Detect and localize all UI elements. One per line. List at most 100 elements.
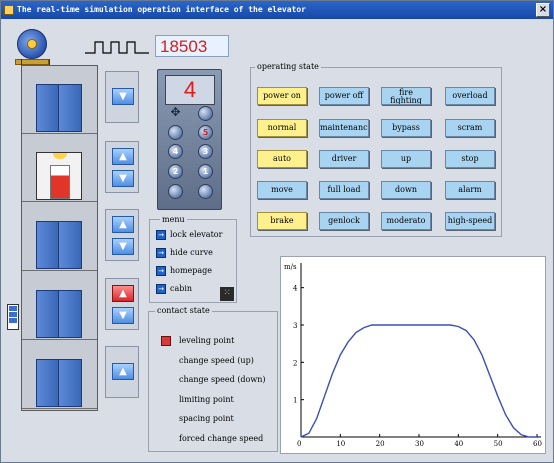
arrow-icon: → bbox=[156, 284, 166, 294]
floor-3-landing bbox=[22, 203, 97, 271]
car-operating-panel: 4 ✥ 5 4 3 2 1 bbox=[157, 69, 222, 210]
x-tick-label: 50 bbox=[494, 440, 503, 448]
menu-item-cabin[interactable]: → cabin bbox=[156, 283, 192, 297]
call-down-button[interactable]: ▼ bbox=[112, 170, 134, 187]
floor-5-button[interactable]: 5 bbox=[198, 125, 213, 140]
state-brake-button[interactable]: brake bbox=[257, 212, 307, 230]
state-full-load-button[interactable]: full load bbox=[319, 181, 369, 199]
car-function-button[interactable] bbox=[198, 106, 213, 121]
call-up-button[interactable]: ▲ bbox=[112, 148, 134, 165]
y-tick-label: 2 bbox=[293, 359, 297, 367]
contact-forced-change-speed: forced change speed bbox=[179, 433, 264, 443]
state-stop-button[interactable]: stop bbox=[445, 150, 495, 168]
elevator-cabin bbox=[36, 152, 82, 200]
y-axis-label: m/s bbox=[284, 263, 297, 271]
x-tick-label: 60 bbox=[533, 440, 542, 448]
contact-leveling-point: leveling point bbox=[179, 336, 235, 345]
floor-1-button[interactable]: 1 bbox=[198, 164, 213, 179]
floor-4-button[interactable]: 4 bbox=[168, 144, 183, 159]
car-function-button[interactable] bbox=[168, 125, 183, 140]
x-tick-label: 30 bbox=[415, 440, 424, 448]
call-up-button[interactable]: ▲ bbox=[112, 216, 134, 233]
car-function-button[interactable] bbox=[168, 184, 183, 199]
call-panel-floor-2: ▲ ▼ bbox=[105, 278, 139, 330]
elevator-shaft bbox=[21, 65, 98, 411]
call-up-button[interactable]: ▲ bbox=[112, 285, 134, 302]
pulse-signal-icon bbox=[85, 41, 149, 54]
contact-change-speed-down: change speed (down) bbox=[179, 375, 266, 384]
arrow-icon: → bbox=[156, 248, 166, 258]
call-down-button[interactable]: ▼ bbox=[112, 88, 134, 105]
app-window: The real-time simulation operation inter… bbox=[0, 0, 554, 463]
state-high-speed-button[interactable]: high-speed bbox=[445, 212, 495, 230]
state-power-on-button[interactable]: power on bbox=[257, 87, 307, 105]
call-up-button[interactable]: ▲ bbox=[112, 363, 134, 380]
passenger-icon bbox=[50, 165, 70, 199]
operating-state-title: operating state bbox=[255, 62, 321, 71]
arrow-icon: → bbox=[156, 266, 166, 276]
floor-2-landing bbox=[22, 272, 97, 340]
call-panel-floor-1: ▲ bbox=[105, 346, 139, 398]
state-maintenance-button[interactable]: maintenance bbox=[319, 119, 369, 137]
landing-door bbox=[36, 359, 82, 407]
contact-spacing-point: spacing point bbox=[179, 414, 234, 423]
landing-door bbox=[36, 221, 82, 269]
x-tick-label: 0 bbox=[297, 440, 301, 448]
call-down-button[interactable]: ▼ bbox=[112, 238, 134, 255]
x-tick-label: 20 bbox=[376, 440, 385, 448]
state-power-off-button[interactable]: power off bbox=[319, 87, 369, 105]
pulse-counter: 18503 bbox=[155, 35, 229, 57]
floor-1-landing bbox=[22, 341, 97, 409]
state-normal-button[interactable]: normal bbox=[257, 119, 307, 137]
call-panel-floor-4: ▲ ▼ bbox=[105, 141, 139, 193]
menu-title: menu bbox=[160, 215, 187, 224]
menu-item-homepage[interactable]: → homepage bbox=[156, 265, 212, 279]
crosshair-icon[interactable]: ✥ bbox=[168, 106, 183, 121]
state-up-button[interactable]: up bbox=[381, 150, 431, 168]
y-tick-label: 4 bbox=[293, 285, 298, 293]
call-panel-floor-5: ▼ bbox=[105, 71, 139, 123]
state-scram-button[interactable]: scram bbox=[445, 119, 495, 137]
operating-state-panel: operating state power on power off fire fi… bbox=[250, 62, 502, 237]
car-function-button[interactable] bbox=[198, 184, 213, 199]
floor-4-landing bbox=[22, 134, 97, 202]
call-panel-floor-3: ▲ ▼ bbox=[105, 209, 139, 261]
floor-2-button[interactable]: 2 bbox=[168, 164, 183, 179]
menu-item-hide-curve[interactable]: → hide curve bbox=[156, 247, 213, 261]
contact-state-panel: contact state leveling point change speed… bbox=[148, 306, 278, 452]
state-overload-button[interactable]: overload bbox=[445, 87, 495, 105]
app-icon bbox=[4, 5, 14, 15]
state-move-button[interactable]: move bbox=[257, 181, 307, 199]
state-genlock-button[interactable]: genlock bbox=[319, 212, 369, 230]
menu-item-lock-elevator[interactable]: → lock elevator bbox=[156, 229, 222, 243]
call-down-button[interactable]: ▼ bbox=[112, 307, 134, 324]
close-button[interactable]: × bbox=[536, 3, 550, 17]
state-fire-fighting-button[interactable]: fire fighting bbox=[381, 87, 431, 105]
leveling-indicator-icon bbox=[161, 336, 171, 346]
state-auto-button[interactable]: auto bbox=[257, 150, 307, 168]
contact-limiting-point: limiting point bbox=[179, 394, 234, 404]
window-title: The real-time simulation operation inter… bbox=[17, 5, 306, 14]
x-tick-label: 40 bbox=[454, 440, 463, 448]
weight-indicator-icon bbox=[7, 304, 19, 330]
dots-icon[interactable]: ⁙ bbox=[220, 287, 234, 301]
floor-3-button[interactable]: 3 bbox=[198, 144, 213, 159]
landing-door bbox=[36, 290, 82, 338]
speed-curve-chart: m/s 1 2 3 4 0 10 20 30 40 50 60 bbox=[280, 256, 546, 454]
contact-state-title: contact state bbox=[155, 306, 212, 315]
state-down-button[interactable]: down bbox=[381, 181, 431, 199]
arrow-icon: → bbox=[156, 230, 166, 240]
state-driver-button[interactable]: driver bbox=[319, 150, 369, 168]
state-bypass-button[interactable]: bypass bbox=[381, 119, 431, 137]
x-tick-label: 10 bbox=[336, 440, 345, 448]
floor-5-landing bbox=[22, 66, 97, 134]
speed-curve-line bbox=[300, 324, 537, 438]
landing-door bbox=[36, 84, 82, 132]
state-moderato-button[interactable]: moderato bbox=[381, 212, 431, 230]
state-alarm-button[interactable]: alarm bbox=[445, 181, 495, 199]
title-bar: The real-time simulation operation inter… bbox=[1, 1, 553, 19]
floor-display: 4 bbox=[165, 75, 215, 105]
contact-change-speed-up: change speed (up) bbox=[179, 355, 254, 365]
y-tick-label: 1 bbox=[293, 397, 297, 405]
traction-motor-icon bbox=[13, 27, 51, 65]
